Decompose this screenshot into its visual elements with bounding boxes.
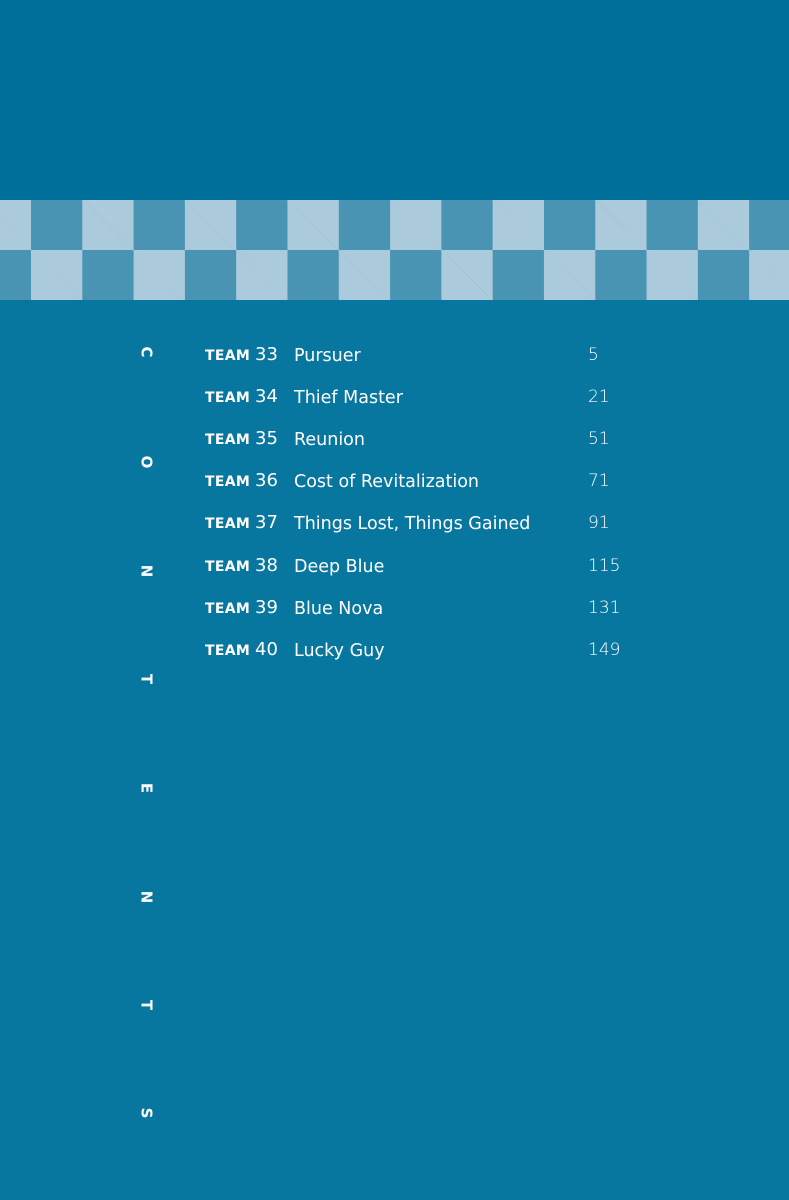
team-number: 36 [255,470,278,491]
chapter-title: Cost of Revitalization [294,471,479,492]
toc-entry[interactable]: TEAM 34 Thief Master 21 [0,379,789,409]
page-number: 51 [588,429,610,449]
contents-page: C O N T E N T S TEAM 33 Pursuer 5 TEAM 3… [0,0,789,1200]
page-number: 149 [588,640,621,660]
toc-entry[interactable]: TEAM 38 Deep Blue 115 [0,548,789,578]
chapter-title: Blue Nova [294,598,384,619]
team-number: 40 [255,639,278,660]
team-label: TEAM [205,432,251,448]
toc-entry[interactable]: TEAM 37 Things Lost, Things Gained 91 [0,505,789,535]
team-number: 37 [255,512,278,533]
team-label: TEAM [205,474,251,490]
page-number: 71 [588,471,610,491]
team-number: 35 [255,428,278,449]
page-number: 115 [588,556,621,576]
team-label: TEAM [205,348,251,364]
chapter-title: Reunion [294,429,365,450]
team-number: 33 [255,344,278,365]
chapter-title: Lucky Guy [294,640,385,661]
chapter-title: Pursuer [294,345,361,366]
toc-entry[interactable]: TEAM 36 Cost of Revitalization 71 [0,463,789,493]
page-number: 21 [588,387,610,407]
team-label: TEAM [205,390,251,406]
team-number: 39 [255,597,278,618]
toc-entry[interactable]: TEAM 35 Reunion 51 [0,421,789,451]
team-number: 38 [255,555,278,576]
team-number: 34 [255,386,278,407]
chapter-title: Things Lost, Things Gained [294,513,531,534]
chapter-title: Deep Blue [294,556,385,577]
team-label: TEAM [205,516,251,532]
page-number: 5 [588,345,599,365]
chapter-title: Thief Master [294,387,403,408]
toc-entry[interactable]: TEAM 39 Blue Nova 131 [0,590,789,620]
page-number: 91 [588,513,610,533]
team-label: TEAM [205,643,251,659]
toc-entry[interactable]: TEAM 40 Lucky Guy 149 [0,632,789,662]
toc-entry[interactable]: TEAM 33 Pursuer 5 [0,337,789,367]
page-number: 131 [588,598,621,618]
team-label: TEAM [205,559,251,575]
top-color-band [0,0,789,200]
checkerboard-band [0,200,789,300]
team-label: TEAM [205,601,251,617]
